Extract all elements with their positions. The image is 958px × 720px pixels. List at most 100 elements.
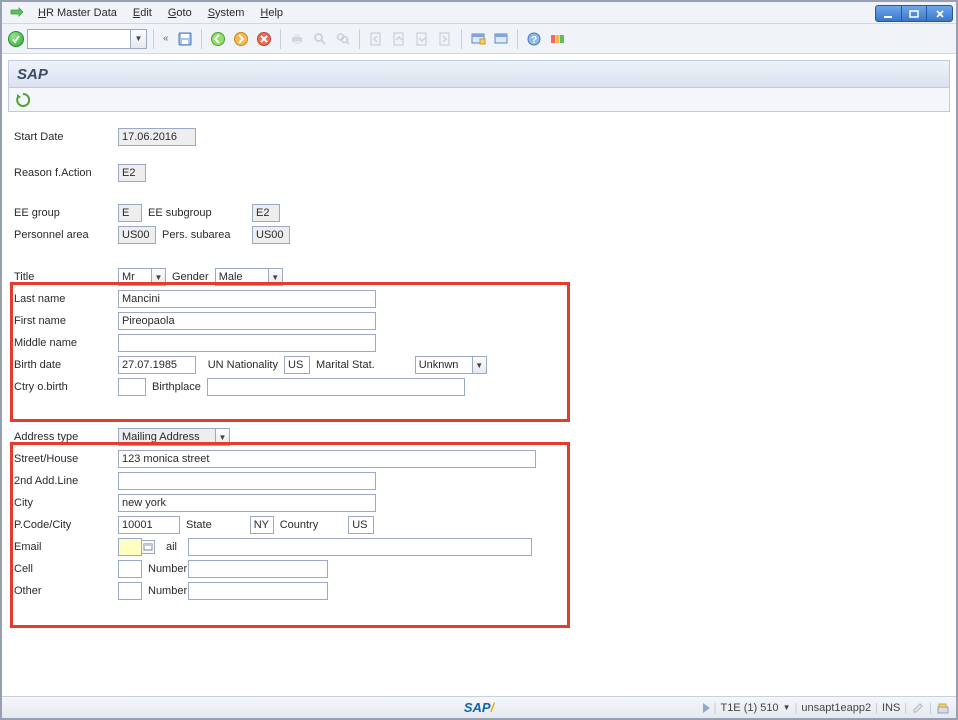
street-label: Street/House — [8, 453, 118, 465]
other-code-field[interactable] — [118, 582, 142, 600]
reason-field[interactable]: E2 — [118, 164, 146, 182]
cell-number-sublabel: Number — [142, 563, 188, 575]
layout-icon[interactable] — [547, 29, 567, 49]
addr-type-field[interactable]: Mailing Address▼ — [118, 428, 230, 446]
other-number-sublabel: Number — [142, 585, 188, 597]
last-name-field[interactable]: Mancini — [118, 290, 376, 308]
title-text: SAP — [17, 66, 48, 83]
print-icon — [287, 29, 307, 49]
title-field[interactable]: Mr▼ — [118, 268, 166, 286]
status-edit-icon[interactable] — [911, 701, 925, 715]
first-name-field[interactable]: Pireopaola — [118, 312, 376, 330]
minimize-button[interactable] — [876, 6, 902, 21]
personnel-area-label: Personnel area — [8, 229, 118, 241]
dropdown-icon[interactable]: ▼ — [268, 269, 282, 285]
menu-system[interactable]: System — [200, 2, 253, 24]
reason-label: Reason f.Action — [8, 167, 118, 179]
dropdown-icon[interactable]: ▼ — [472, 357, 486, 373]
enter-button[interactable] — [8, 31, 24, 47]
city-label: City — [8, 497, 118, 509]
mail-sublabel: ail — [160, 541, 188, 553]
last-name-label: Last name — [8, 293, 118, 305]
line2-field[interactable] — [118, 472, 376, 490]
middle-name-field[interactable] — [118, 334, 376, 352]
cancel-icon[interactable] — [254, 29, 274, 49]
pers-subarea-field[interactable]: US00 — [252, 226, 290, 244]
last-page-icon — [435, 29, 455, 49]
cell-code-field[interactable] — [118, 560, 142, 578]
first-page-icon — [366, 29, 386, 49]
email-field[interactable] — [188, 538, 532, 556]
ee-group-label: EE group — [8, 207, 118, 219]
gender-label: Gender — [166, 271, 215, 283]
street-field[interactable]: 123 monica street — [118, 450, 536, 468]
execute-icon[interactable] — [15, 92, 31, 108]
state-field[interactable]: NY — [250, 516, 274, 534]
dropdown-icon[interactable]: ▼ — [215, 429, 229, 445]
menu-goto[interactable]: Goto — [160, 2, 200, 24]
ctry-birth-label: Ctry o.birth — [8, 381, 118, 393]
shortcut-icon[interactable] — [491, 29, 511, 49]
ctry-birth-field[interactable] — [118, 378, 146, 396]
start-date-label: Start Date — [8, 131, 118, 143]
marital-field[interactable]: Unknwn▼ — [415, 356, 487, 374]
close-button[interactable] — [927, 6, 952, 21]
pers-subarea-label: Pers. subarea — [156, 229, 252, 241]
birth-date-field[interactable]: 27.07.1985 — [118, 356, 196, 374]
svg-text:?: ? — [531, 35, 537, 46]
new-session-icon[interactable] — [468, 29, 488, 49]
menu-hr-master-data[interactable]: HR Master Data — [30, 2, 125, 24]
sap-logo: SAP/ — [464, 700, 494, 715]
pcode-field[interactable]: 10001 — [118, 516, 180, 534]
other-number-field[interactable] — [188, 582, 328, 600]
standard-toolbar: ▼ « ? — [2, 24, 956, 54]
cell-label: Cell — [8, 563, 118, 575]
country-label: Country — [274, 519, 325, 531]
status-expand-icon[interactable] — [703, 703, 710, 713]
command-field[interactable]: ▼ — [27, 29, 147, 49]
email-label: Email — [8, 541, 118, 553]
country-field[interactable]: US — [348, 516, 374, 534]
ee-subgroup-field[interactable]: E2 — [252, 204, 280, 222]
middle-name-label: Middle name — [8, 337, 118, 349]
un-nat-label: UN Nationality — [196, 359, 284, 371]
exit-icon[interactable] — [231, 29, 251, 49]
status-mode: INS — [882, 702, 900, 714]
session-dropdown-icon[interactable]: ▼ — [783, 703, 791, 712]
un-nat-field[interactable]: US — [284, 356, 310, 374]
birthplace-field[interactable] — [207, 378, 465, 396]
form-area: Start Date 17.06.2016 Reason f.Action E2… — [8, 120, 950, 693]
birth-date-label: Birth date — [8, 359, 118, 371]
window-controls — [875, 5, 953, 22]
ee-group-field[interactable]: E — [118, 204, 142, 222]
app-menu-icon[interactable] — [8, 5, 24, 21]
help-icon[interactable]: ? — [524, 29, 544, 49]
city-field[interactable]: new york — [118, 494, 376, 512]
line2-label: 2nd Add.Line — [8, 475, 118, 487]
other-label: Other — [8, 585, 118, 597]
menu-bar: HR Master Data Edit Goto System Help — [2, 2, 956, 24]
title-banner: SAP — [8, 60, 950, 88]
title-label: Title — [8, 271, 118, 283]
status-server: unsapt1eapp2 — [801, 702, 871, 714]
find-icon — [310, 29, 330, 49]
menu-edit[interactable]: Edit — [125, 2, 160, 24]
menu-help[interactable]: Help — [252, 2, 291, 24]
command-dropdown-icon[interactable]: ▼ — [130, 30, 146, 48]
prev-page-icon — [389, 29, 409, 49]
ee-subgroup-label: EE subgroup — [142, 207, 252, 219]
email-code-field[interactable] — [118, 538, 142, 556]
birthplace-label: Birthplace — [146, 381, 207, 393]
cell-number-field[interactable] — [188, 560, 328, 578]
collapse-icon[interactable]: « — [160, 33, 172, 44]
save-icon[interactable] — [175, 29, 195, 49]
status-abap-icon[interactable] — [936, 701, 950, 715]
gender-field[interactable]: Male▼ — [215, 268, 283, 286]
restore-button[interactable] — [902, 6, 928, 21]
back-icon[interactable] — [208, 29, 228, 49]
personnel-area-field[interactable]: US00 — [118, 226, 156, 244]
dropdown-icon[interactable]: ▼ — [151, 269, 165, 285]
f4-help-icon[interactable] — [141, 540, 155, 554]
start-date-field[interactable]: 17.06.2016 — [118, 128, 196, 146]
state-label: State — [180, 519, 218, 531]
